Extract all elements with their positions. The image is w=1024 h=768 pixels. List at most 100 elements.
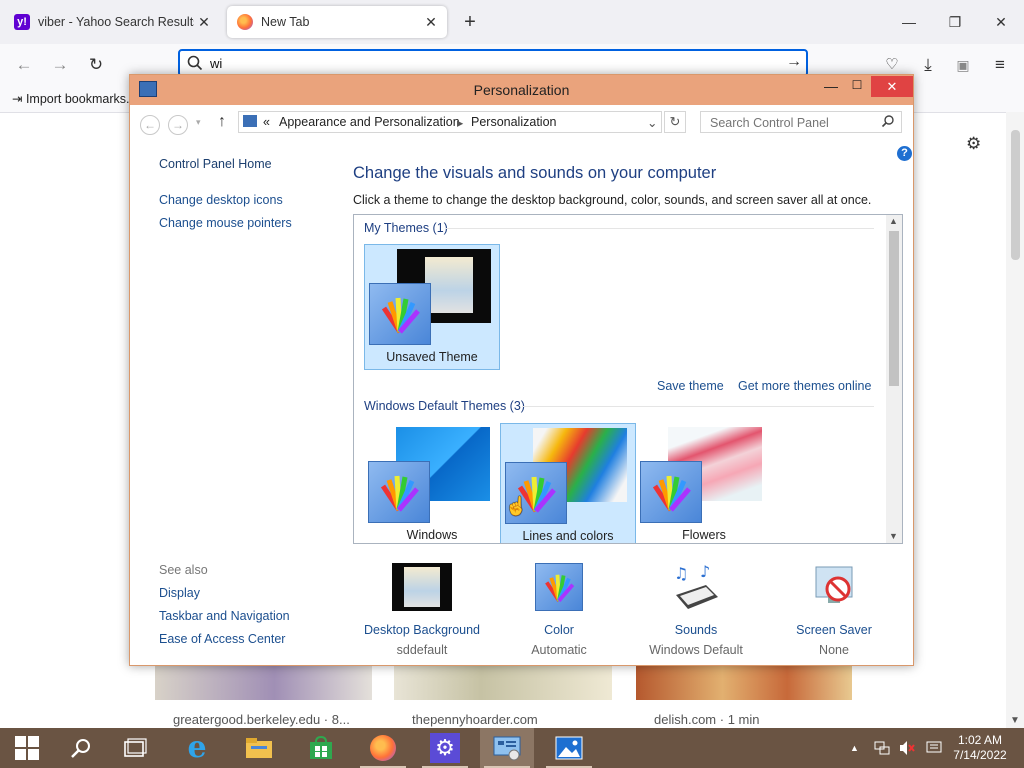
save-theme-link[interactable]: Save theme [657, 379, 724, 393]
gear-icon[interactable]: ⚙ [966, 134, 981, 154]
search-icon [881, 114, 895, 131]
control-panel-home-link[interactable]: Control Panel Home [159, 157, 272, 171]
new-tab-button[interactable]: + [460, 10, 480, 34]
scroll-down-icon[interactable]: ▼ [1010, 715, 1020, 726]
breadcrumb-separator-icon[interactable]: ▸ [457, 115, 463, 130]
go-arrow-icon[interactable]: → [786, 53, 802, 71]
story-card[interactable]: delish.com · 1 min [636, 666, 852, 728]
sounds-setting[interactable]: ♫ ♪ Sounds Windows Default [631, 562, 761, 657]
maximize-button[interactable]: ☐ [846, 78, 868, 100]
search-input[interactable] [708, 115, 882, 131]
file-explorer-button[interactable] [232, 728, 286, 768]
action-center-icon[interactable] [926, 728, 942, 768]
window-title: Personalization [473, 82, 570, 98]
reload-icon[interactable]: ↻ [83, 52, 109, 78]
theme-list-scrollbar[interactable]: ▲ ▼ [886, 215, 902, 543]
setting-label: Desktop Background [363, 623, 481, 637]
taskbar-navigation-link[interactable]: Taskbar and Navigation [159, 609, 290, 623]
store-button[interactable] [294, 728, 348, 768]
color-setting[interactable]: Color Automatic [494, 563, 624, 657]
ease-of-access-link[interactable]: Ease of Access Center [159, 632, 285, 646]
scroll-down-icon[interactable]: ▼ [889, 531, 898, 541]
recent-pages-chevron-icon[interactable]: ▾ [196, 117, 201, 128]
address-input-value[interactable]: wi [210, 56, 222, 71]
back-arrow-icon[interactable]: ← [11, 52, 37, 78]
photos-icon [555, 736, 583, 760]
minimize-browser-button[interactable]: — [886, 8, 932, 36]
control-panel-search[interactable] [700, 111, 902, 133]
setting-value: Windows Default [649, 643, 743, 657]
scroll-thumb[interactable] [1011, 130, 1020, 260]
screen-saver-setting[interactable]: Screen Saver None [769, 563, 899, 657]
theme-name: Lines and colors [522, 529, 614, 543]
tab-title: New Tab [261, 15, 310, 29]
breadcrumb[interactable]: « Appearance and Personalization ▸ Perso… [238, 111, 662, 133]
control-panel-icon [493, 736, 521, 761]
ie-icon: e [187, 730, 207, 765]
get-more-themes-link[interactable]: Get more themes online [738, 379, 871, 393]
change-mouse-pointers-link[interactable]: Change mouse pointers [159, 216, 292, 230]
story-card[interactable]: thepennyhoarder.com [394, 666, 612, 728]
close-tab-icon[interactable]: ✕ [421, 14, 441, 31]
close-button[interactable]: ✕ [871, 76, 913, 97]
firefox-taskbar-button[interactable] [356, 728, 410, 768]
help-icon[interactable]: ? [897, 146, 912, 161]
up-arrow-icon[interactable]: ↑ [218, 113, 226, 131]
start-button[interactable] [0, 728, 54, 768]
theme-unsaved[interactable]: Unsaved Theme [364, 244, 500, 370]
theme-windows[interactable]: Windows [364, 423, 500, 543]
address-bar[interactable]: wi → [178, 49, 808, 77]
scroll-thumb[interactable] [889, 231, 899, 386]
close-tab-icon[interactable]: ✕ [194, 14, 214, 31]
task-view-button[interactable] [108, 728, 162, 768]
control-panel-icon [243, 115, 257, 127]
settings-taskbar-button[interactable]: ⚙ [418, 728, 472, 768]
control-panel-taskbar-button[interactable] [480, 728, 534, 768]
import-bookmarks-link[interactable]: ⇥ Import bookmarks... [12, 91, 136, 106]
breadcrumb-item-appearance[interactable]: Appearance and Personalization [279, 115, 460, 129]
setting-value: sddefault [396, 643, 448, 657]
show-hidden-icons-button[interactable]: ▲ [850, 728, 859, 768]
internet-explorer-button[interactable]: e [170, 728, 224, 768]
screen-saver-icon [804, 563, 864, 611]
scroll-up-icon[interactable]: ▲ [889, 216, 898, 226]
extensions-icon[interactable]: ▣ [950, 52, 976, 78]
search-icon [71, 739, 90, 758]
color-palette-icon [535, 563, 583, 611]
forward-arrow-icon[interactable]: → [168, 115, 188, 135]
desktop-background-setting[interactable]: Desktop Background sddefault [357, 563, 487, 657]
page-scrollbar[interactable]: ▼ [1006, 112, 1024, 728]
setting-label: Sounds [674, 623, 718, 637]
system-clock[interactable]: 1:02 AM 7/14/2022 [948, 733, 1012, 763]
svg-text:♪: ♪ [700, 563, 710, 581]
taskbar-search-button[interactable] [54, 728, 108, 768]
theme-flowers[interactable]: Flowers [636, 423, 772, 543]
breadcrumb-overflow[interactable]: « [263, 115, 270, 129]
close-browser-button[interactable]: ✕ [978, 8, 1024, 36]
refresh-icon[interactable]: ↻ [664, 111, 686, 133]
setting-label: Screen Saver [796, 623, 872, 637]
downloads-icon[interactable]: ⤓ [915, 52, 941, 78]
back-arrow-icon[interactable]: ← [140, 115, 160, 135]
photos-taskbar-button[interactable] [542, 728, 596, 768]
story-caption: delish.com · 1 min [654, 712, 760, 727]
theme-lines-and-colors[interactable]: Lines and colors [500, 423, 636, 543]
network-icon[interactable] [874, 728, 890, 768]
svg-text:♫: ♫ [674, 564, 688, 583]
breadcrumb-item-personalization[interactable]: Personalization [471, 115, 556, 129]
window-titlebar[interactable]: Personalization — ☐ ✕ [130, 75, 913, 105]
change-desktop-icons-link[interactable]: Change desktop icons [159, 193, 283, 207]
clock-date: 7/14/2022 [953, 748, 1007, 762]
restore-browser-button[interactable]: ❐ [932, 8, 978, 36]
tab-yahoo-search[interactable]: y! viber - Yahoo Search Results ✕ [4, 6, 220, 38]
minimize-button[interactable]: — [820, 78, 842, 100]
forward-arrow-icon[interactable]: → [47, 52, 73, 78]
breadcrumb-dropdown-icon[interactable]: ⌄ [647, 115, 657, 130]
firefox-icon [237, 14, 253, 30]
story-card[interactable]: greatergood.berkeley.edu · 8... [155, 666, 372, 728]
tab-new-tab[interactable]: New Tab ✕ [227, 6, 447, 38]
menu-icon[interactable]: ≡ [987, 52, 1013, 78]
volume-muted-icon[interactable] [898, 728, 916, 768]
display-link[interactable]: Display [159, 586, 200, 600]
story-caption: thepennyhoarder.com [412, 712, 538, 727]
